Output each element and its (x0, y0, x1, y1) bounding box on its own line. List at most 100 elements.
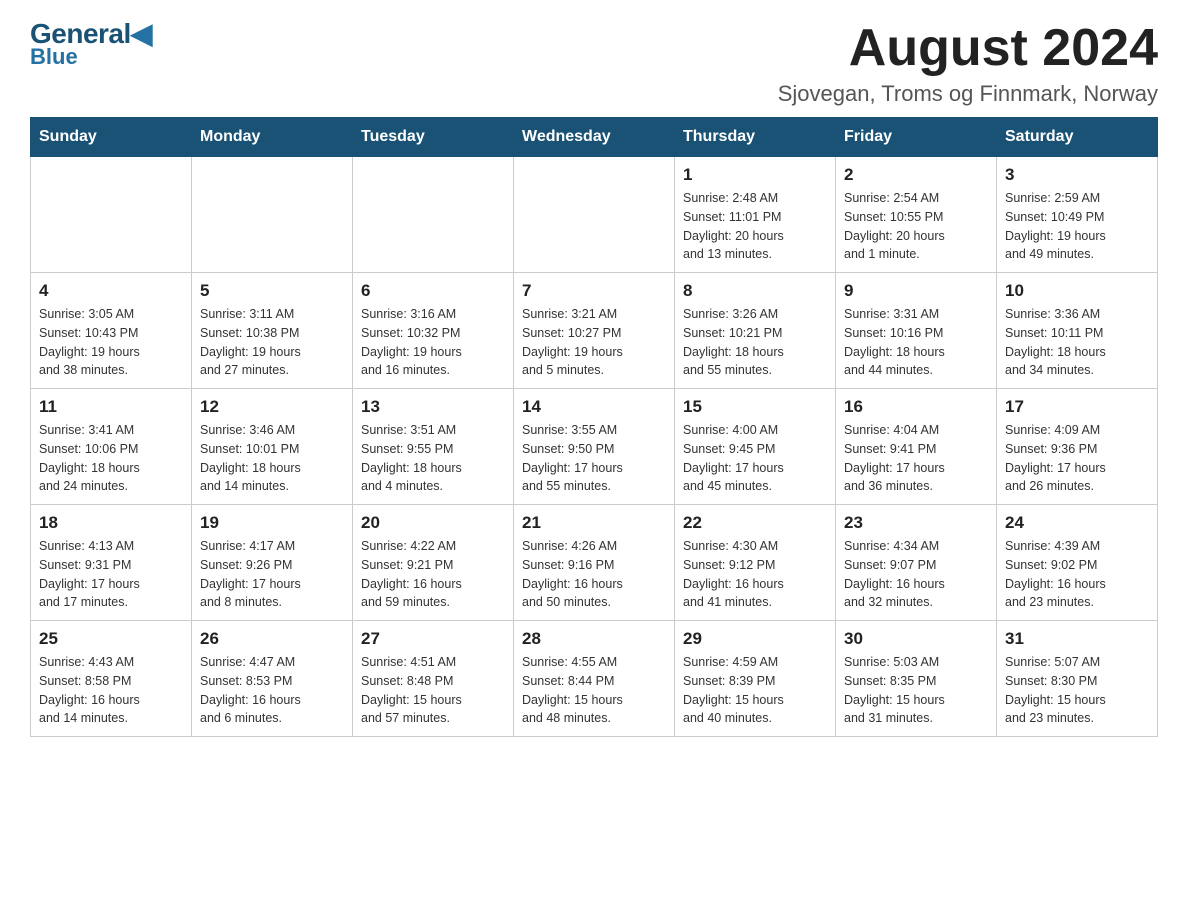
table-row (31, 157, 192, 273)
day-info: Sunrise: 4:47 AM Sunset: 8:53 PM Dayligh… (200, 653, 344, 728)
day-info: Sunrise: 4:17 AM Sunset: 9:26 PM Dayligh… (200, 537, 344, 612)
table-row: 22 Sunrise: 4:30 AM Sunset: 9:12 PM Dayli… (675, 505, 836, 621)
day-info: Sunrise: 4:59 AM Sunset: 8:39 PM Dayligh… (683, 653, 827, 728)
day-number: 26 (200, 629, 344, 649)
day-info: Sunrise: 3:11 AM Sunset: 10:38 PM Daylig… (200, 305, 344, 380)
day-number: 8 (683, 281, 827, 301)
table-row: 28 Sunrise: 4:55 AM Sunset: 8:44 PM Dayli… (514, 621, 675, 737)
day-number: 3 (1005, 165, 1149, 185)
table-row (192, 157, 353, 273)
day-number: 22 (683, 513, 827, 533)
day-number: 2 (844, 165, 988, 185)
table-row: 3 Sunrise: 2:59 AM Sunset: 10:49 PM Dayli… (997, 157, 1158, 273)
day-number: 5 (200, 281, 344, 301)
day-info: Sunrise: 3:55 AM Sunset: 9:50 PM Dayligh… (522, 421, 666, 496)
table-row: 27 Sunrise: 4:51 AM Sunset: 8:48 PM Dayli… (353, 621, 514, 737)
table-row: 15Sunrise: 4:00 AM Sunset: 9:45 PM Dayli… (675, 389, 836, 505)
day-number: 23 (844, 513, 988, 533)
col-friday: Friday (836, 118, 997, 157)
calendar-week-row: 4 Sunrise: 3:05 AM Sunset: 10:43 PM Dayli… (31, 273, 1158, 389)
day-number: 28 (522, 629, 666, 649)
table-row: 13 Sunrise: 3:51 AM Sunset: 9:55 PM Dayli… (353, 389, 514, 505)
day-number: 30 (844, 629, 988, 649)
day-number: 4 (39, 281, 183, 301)
day-number: 27 (361, 629, 505, 649)
calendar-week-row: 18 Sunrise: 4:13 AM Sunset: 9:31 PM Dayli… (31, 505, 1158, 621)
day-info: Sunrise: 4:34 AM Sunset: 9:07 PM Dayligh… (844, 537, 988, 612)
day-number: 14 (522, 397, 666, 417)
day-info: Sunrise: 3:21 AM Sunset: 10:27 PM Daylig… (522, 305, 666, 380)
calendar-week-row: 1Sunrise: 2:48 AM Sunset: 11:01 PM Dayli… (31, 157, 1158, 273)
table-row: 9 Sunrise: 3:31 AM Sunset: 10:16 PM Dayli… (836, 273, 997, 389)
table-row: 23 Sunrise: 4:34 AM Sunset: 9:07 PM Dayli… (836, 505, 997, 621)
logo: General◀ Blue (30, 20, 152, 68)
table-row: 2 Sunrise: 2:54 AM Sunset: 10:55 PM Dayli… (836, 157, 997, 273)
table-row: 7 Sunrise: 3:21 AM Sunset: 10:27 PM Dayli… (514, 273, 675, 389)
day-number: 9 (844, 281, 988, 301)
table-row: 10 Sunrise: 3:36 AM Sunset: 10:11 PM Dayl… (997, 273, 1158, 389)
table-row: 26 Sunrise: 4:47 AM Sunset: 8:53 PM Dayli… (192, 621, 353, 737)
day-number: 13 (361, 397, 505, 417)
table-row: 4 Sunrise: 3:05 AM Sunset: 10:43 PM Dayli… (31, 273, 192, 389)
day-number: 17 (1005, 397, 1149, 417)
day-info: Sunrise: 4:00 AM Sunset: 9:45 PM Dayligh… (683, 421, 827, 496)
table-row: 19Sunrise: 4:17 AM Sunset: 9:26 PM Dayli… (192, 505, 353, 621)
day-info: Sunrise: 3:05 AM Sunset: 10:43 PM Daylig… (39, 305, 183, 380)
day-info: Sunrise: 4:13 AM Sunset: 9:31 PM Dayligh… (39, 537, 183, 612)
day-number: 31 (1005, 629, 1149, 649)
day-number: 18 (39, 513, 183, 533)
col-wednesday: Wednesday (514, 118, 675, 157)
table-row: 31 Sunrise: 5:07 AM Sunset: 8:30 PM Dayli… (997, 621, 1158, 737)
calendar-table: Sunday Monday Tuesday Wednesday Thursday… (30, 117, 1158, 737)
table-row: 17 Sunrise: 4:09 AM Sunset: 9:36 PM Dayli… (997, 389, 1158, 505)
calendar-week-row: 25 Sunrise: 4:43 AM Sunset: 8:58 PM Dayli… (31, 621, 1158, 737)
day-info: Sunrise: 3:46 AM Sunset: 10:01 PM Daylig… (200, 421, 344, 496)
day-number: 21 (522, 513, 666, 533)
day-info: Sunrise: 4:04 AM Sunset: 9:41 PM Dayligh… (844, 421, 988, 496)
day-info: Sunrise: 3:36 AM Sunset: 10:11 PM Daylig… (1005, 305, 1149, 380)
table-row: 1Sunrise: 2:48 AM Sunset: 11:01 PM Dayli… (675, 157, 836, 273)
day-number: 12 (200, 397, 344, 417)
table-row: 8Sunrise: 3:26 AM Sunset: 10:21 PM Dayli… (675, 273, 836, 389)
day-info: Sunrise: 4:51 AM Sunset: 8:48 PM Dayligh… (361, 653, 505, 728)
day-info: Sunrise: 3:16 AM Sunset: 10:32 PM Daylig… (361, 305, 505, 380)
table-row: 14 Sunrise: 3:55 AM Sunset: 9:50 PM Dayli… (514, 389, 675, 505)
day-info: Sunrise: 5:07 AM Sunset: 8:30 PM Dayligh… (1005, 653, 1149, 728)
day-info: Sunrise: 3:51 AM Sunset: 9:55 PM Dayligh… (361, 421, 505, 496)
col-monday: Monday (192, 118, 353, 157)
col-tuesday: Tuesday (353, 118, 514, 157)
title-block: August 2024 Sjovegan, Troms og Finnmark,… (778, 20, 1158, 107)
day-info: Sunrise: 3:41 AM Sunset: 10:06 PM Daylig… (39, 421, 183, 496)
day-info: Sunrise: 4:43 AM Sunset: 8:58 PM Dayligh… (39, 653, 183, 728)
day-number: 10 (1005, 281, 1149, 301)
day-info: Sunrise: 4:30 AM Sunset: 9:12 PM Dayligh… (683, 537, 827, 612)
day-number: 6 (361, 281, 505, 301)
table-row: 21Sunrise: 4:26 AM Sunset: 9:16 PM Dayli… (514, 505, 675, 621)
table-row: 12 Sunrise: 3:46 AM Sunset: 10:01 PM Dayl… (192, 389, 353, 505)
day-info: Sunrise: 3:31 AM Sunset: 10:16 PM Daylig… (844, 305, 988, 380)
day-info: Sunrise: 2:54 AM Sunset: 10:55 PM Daylig… (844, 189, 988, 264)
day-number: 7 (522, 281, 666, 301)
calendar-header-row: Sunday Monday Tuesday Wednesday Thursday… (31, 118, 1158, 157)
col-thursday: Thursday (675, 118, 836, 157)
day-info: Sunrise: 2:59 AM Sunset: 10:49 PM Daylig… (1005, 189, 1149, 264)
day-number: 29 (683, 629, 827, 649)
table-row (514, 157, 675, 273)
day-info: Sunrise: 2:48 AM Sunset: 11:01 PM Daylig… (683, 189, 827, 264)
table-row: 5 Sunrise: 3:11 AM Sunset: 10:38 PM Dayli… (192, 273, 353, 389)
page-subtitle: Sjovegan, Troms og Finnmark, Norway (778, 81, 1158, 107)
day-info: Sunrise: 4:09 AM Sunset: 9:36 PM Dayligh… (1005, 421, 1149, 496)
col-saturday: Saturday (997, 118, 1158, 157)
logo-arrow-triangle: ◀ (131, 18, 152, 49)
table-row (353, 157, 514, 273)
day-number: 11 (39, 397, 183, 417)
day-info: Sunrise: 4:55 AM Sunset: 8:44 PM Dayligh… (522, 653, 666, 728)
table-row: 29 Sunrise: 4:59 AM Sunset: 8:39 PM Dayli… (675, 621, 836, 737)
col-sunday: Sunday (31, 118, 192, 157)
day-number: 16 (844, 397, 988, 417)
day-info: Sunrise: 5:03 AM Sunset: 8:35 PM Dayligh… (844, 653, 988, 728)
page-header: General◀ Blue August 2024 Sjovegan, Trom… (30, 20, 1158, 107)
day-number: 20 (361, 513, 505, 533)
day-number: 25 (39, 629, 183, 649)
table-row: 24Sunrise: 4:39 AM Sunset: 9:02 PM Dayli… (997, 505, 1158, 621)
